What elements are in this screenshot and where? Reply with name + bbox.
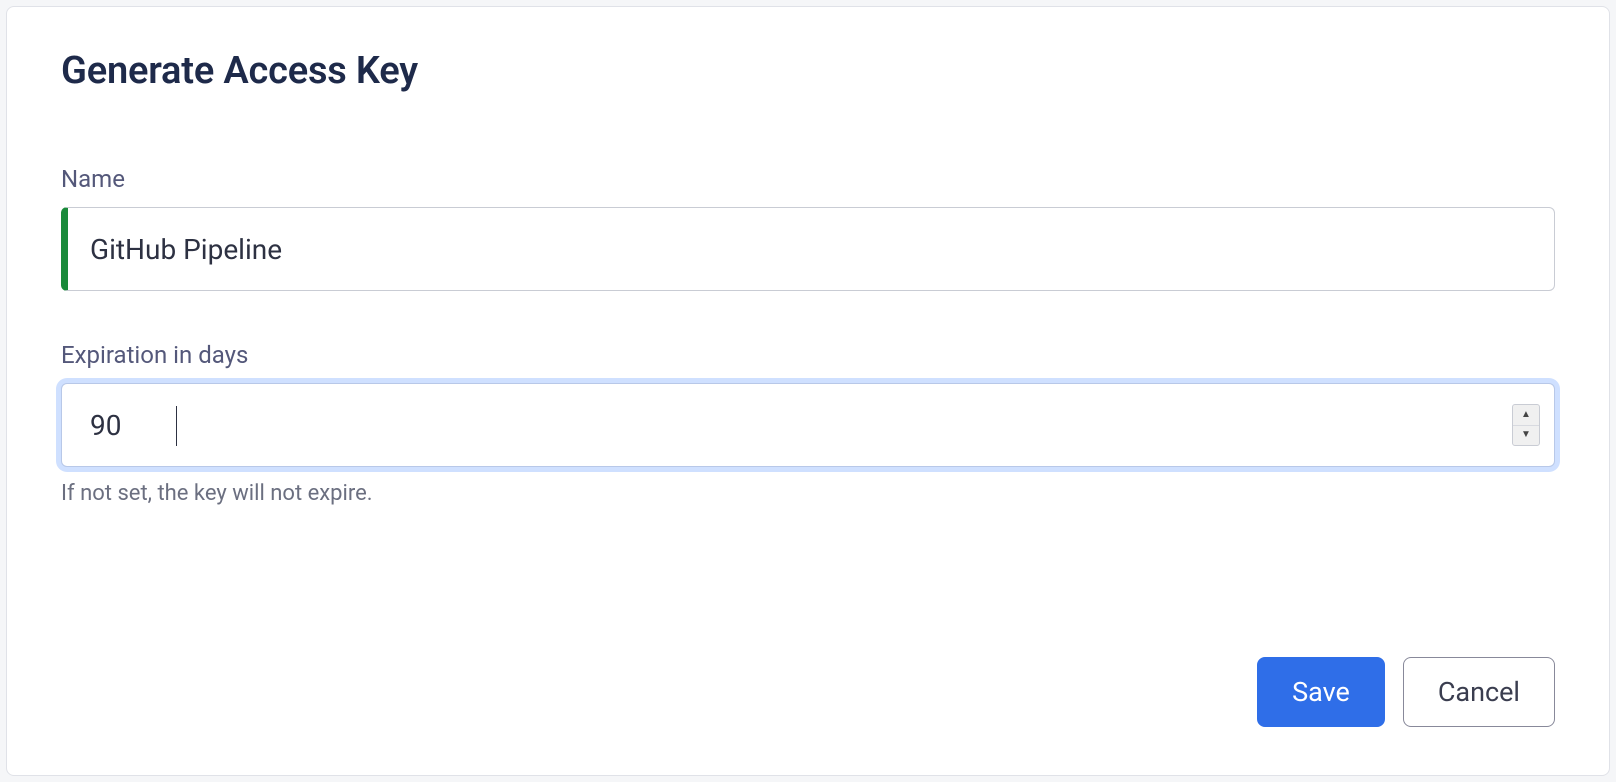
expiration-field-group: Expiration in days ▲ ▼ If not set, the k… [61,341,1555,506]
expiration-input-wrapper: ▲ ▼ [61,383,1555,467]
name-field-group: Name [61,165,1555,291]
expiration-label: Expiration in days [61,341,1555,369]
name-input-wrapper [61,207,1555,291]
spinner-up-button[interactable]: ▲ [1513,405,1539,426]
name-input[interactable] [61,207,1555,291]
page-title: Generate Access Key [61,49,1555,93]
button-row: Save Cancel [61,657,1555,727]
number-spinner: ▲ ▼ [1512,404,1540,446]
name-label: Name [61,165,1555,193]
generate-access-key-card: Generate Access Key Name Expiration in d… [6,6,1610,776]
save-button[interactable]: Save [1257,657,1385,727]
expiration-input[interactable] [62,384,1512,466]
cancel-button[interactable]: Cancel [1403,657,1555,727]
text-cursor [176,406,177,446]
spinner-down-button[interactable]: ▼ [1513,426,1539,446]
expiration-hint: If not set, the key will not expire. [61,481,1555,506]
